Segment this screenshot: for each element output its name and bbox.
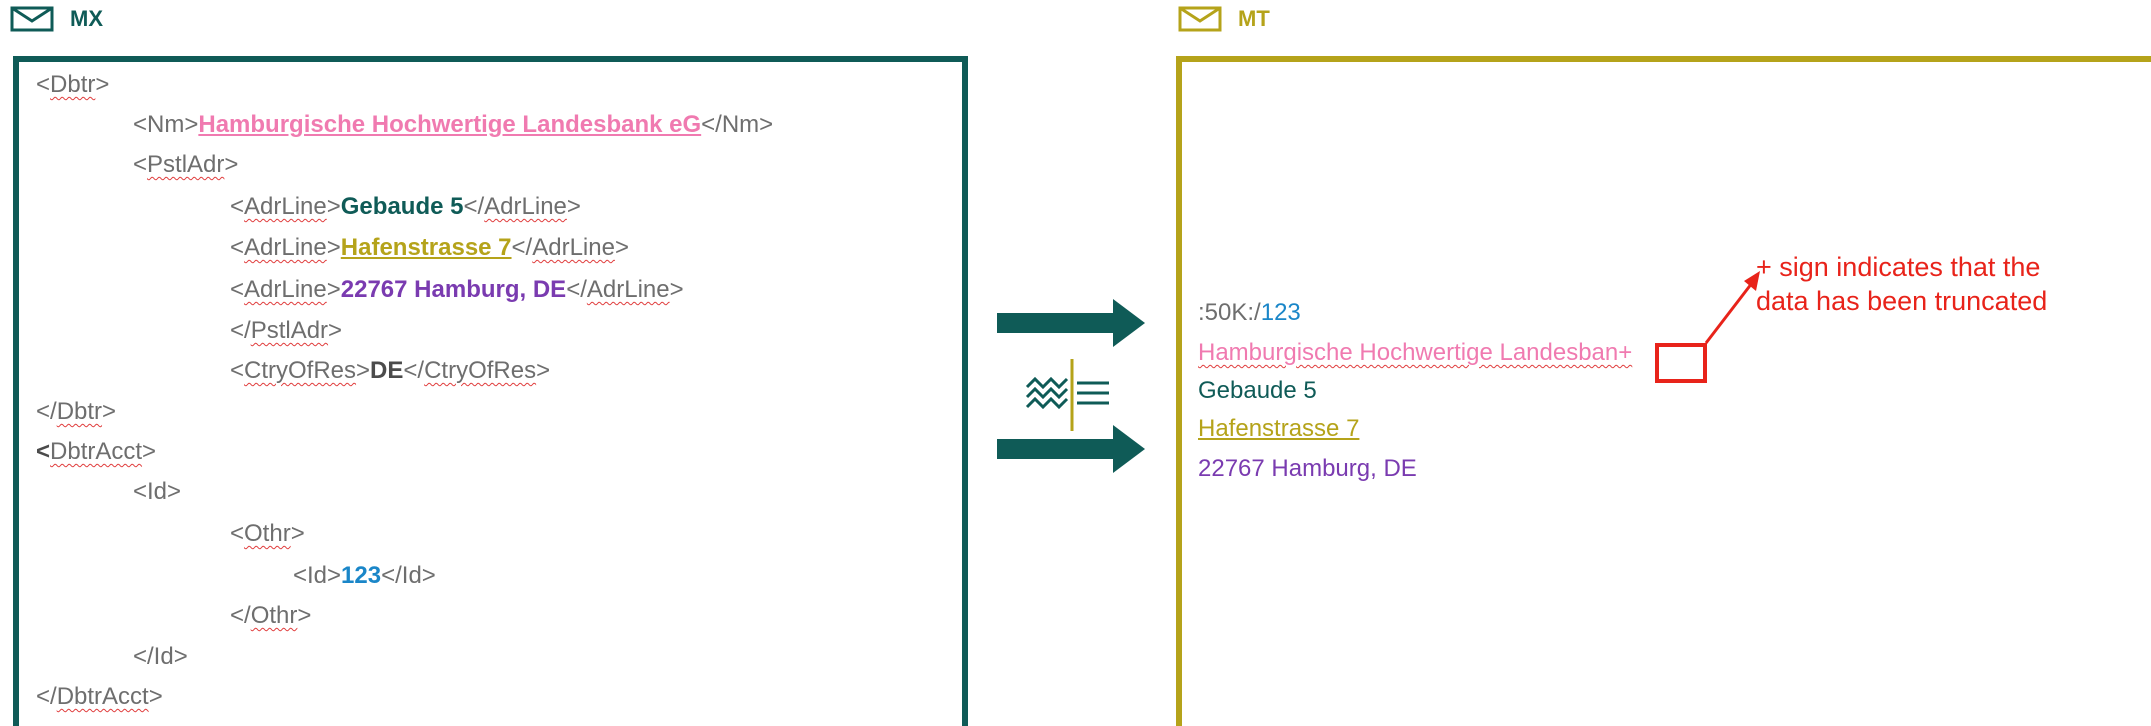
- xml-line-id-open: <Id>: [133, 478, 182, 505]
- translation-icon: [1025, 359, 1109, 431]
- mt-name-line: Hamburgische Hochwertige Landesban+: [1198, 339, 1633, 366]
- annotation-line-1: + sign indicates that the: [1756, 252, 2041, 282]
- mt-address-line-1: Gebaude 5: [1198, 377, 1317, 404]
- mt-label-text: MT: [1238, 6, 1270, 31]
- envelope-icon: [1178, 6, 1222, 32]
- xml-line-adrline-1: <AdrLine>Gebaude 5</AdrLine>: [230, 193, 581, 220]
- arrow-right-icon: [997, 299, 1145, 347]
- xml-line-dbtr-open: <Dbtr>: [36, 71, 110, 98]
- xml-line-ctryofres: <CtryOfRes>DE</CtryOfRes>: [230, 357, 551, 384]
- xml-line-inner-id: <Id>123</Id>: [293, 562, 436, 589]
- mt-address-line-2: Hafenstrasse 7: [1198, 415, 1360, 442]
- xml-line-dbtr-close: </Dbtr>: [36, 398, 117, 425]
- xml-line-id-close: </Id>: [133, 643, 188, 670]
- xml-line-adrline-3: <AdrLine>22767 Hamburg, DE</AdrLine>: [230, 276, 684, 303]
- mt-address-line-3: 22767 Hamburg, DE: [1198, 455, 1417, 482]
- xml-line-pstladr-close: </PstlAdr>: [230, 317, 343, 344]
- mt-panel-label: MT: [1178, 6, 1270, 32]
- xml-line-nm: <Nm>Hamburgische Hochwertige Landesbank …: [133, 111, 774, 138]
- mt-message-box: [1176, 56, 2151, 726]
- conversion-graphic: [997, 299, 1145, 473]
- xml-line-othr-close: </Othr>: [230, 602, 312, 629]
- xml-line-dbtracct-open: <DbtrAcct>: [36, 438, 157, 465]
- arrow-right-icon: [997, 425, 1145, 473]
- xml-line-pstladr-open: <PstlAdr>: [133, 151, 239, 178]
- xml-line-othr-open: <Othr>: [230, 520, 305, 547]
- xml-line-adrline-2: <AdrLine>Hafenstrasse 7</AdrLine>: [230, 234, 629, 261]
- mx-label-text: MX: [70, 6, 103, 31]
- annotation-line-2: data has been truncated: [1756, 286, 2048, 316]
- envelope-icon: [10, 6, 54, 32]
- xml-line-dbtracct-close: </DbtrAcct>: [36, 683, 163, 710]
- mx-panel-label: MX: [10, 6, 103, 32]
- truncation-annotation: + sign indicates that the data has been …: [1756, 250, 2047, 318]
- mt-field-50k: :50K:/123: [1198, 299, 1301, 326]
